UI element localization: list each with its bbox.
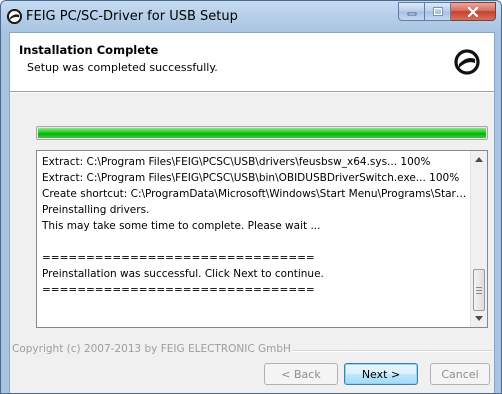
- maximize-icon: [432, 7, 443, 16]
- arrow-down-icon: [475, 316, 483, 321]
- log-line: Preinstallation was successful. Click Ne…: [42, 268, 324, 280]
- app-logo-icon: [7, 9, 22, 24]
- branding-text: Copyright (c) 2007-2013 by FEIG ELECTRON…: [12, 343, 291, 355]
- close-icon: [467, 6, 479, 17]
- details-log: Extract: C:\Program Files\FEIG\PCSC\USB\…: [36, 150, 488, 328]
- log-line: Create shortcut: C:\ProgramData\Microsof…: [42, 188, 468, 200]
- log-line: Extract: C:\Program Files\FEIG\PCSC\USB\…: [42, 156, 431, 168]
- scroll-up-button[interactable]: [471, 151, 487, 168]
- page-title: Installation Complete: [19, 43, 159, 57]
- arrow-up-icon: [475, 157, 483, 162]
- minimize-icon: [407, 12, 416, 15]
- log-line: ===============================: [42, 252, 315, 264]
- installer-body: Extract: C:\Program Files\FEIG\PCSC\USB\…: [10, 93, 494, 393]
- branding-divider: [293, 350, 492, 352]
- log-line: Preinstalling drivers.: [42, 204, 150, 216]
- page-subtitle: Setup was completed successfully.: [27, 61, 218, 74]
- close-button[interactable]: [451, 2, 496, 21]
- window-title: FEIG PC/SC-Driver for USB Setup: [26, 9, 238, 24]
- log-scrollbar[interactable]: [470, 151, 487, 327]
- maximize-button[interactable]: [425, 2, 451, 21]
- log-line: Extract: C:\Program Files\FEIG\PCSC\USB\…: [42, 172, 460, 184]
- caption-buttons: [398, 2, 496, 21]
- header-panel: Installation Complete Setup was complete…: [10, 33, 494, 92]
- grip-icon: [476, 286, 482, 294]
- progress-fill: [38, 128, 486, 138]
- scroll-down-button[interactable]: [471, 310, 487, 327]
- feig-logo-icon: [454, 49, 480, 75]
- cancel-button[interactable]: Cancel: [430, 363, 490, 385]
- install-progress-bar: [36, 126, 488, 140]
- log-lines: Extract: C:\Program Files\FEIG\PCSC\USB\…: [42, 154, 468, 298]
- minimize-button[interactable]: [398, 2, 425, 21]
- setup-window: FEIG PC/SC-Driver for USB Setup Installa…: [0, 0, 502, 394]
- title-bar[interactable]: FEIG PC/SC-Driver for USB Setup: [1, 1, 501, 33]
- log-line: ===============================: [42, 284, 315, 296]
- log-line: This may take some time to complete. Ple…: [42, 220, 321, 232]
- next-button[interactable]: Next >: [344, 363, 418, 385]
- scroll-thumb[interactable]: [473, 269, 485, 311]
- back-button[interactable]: < Back: [264, 363, 338, 385]
- installer-client: Installation Complete Setup was complete…: [9, 32, 495, 393]
